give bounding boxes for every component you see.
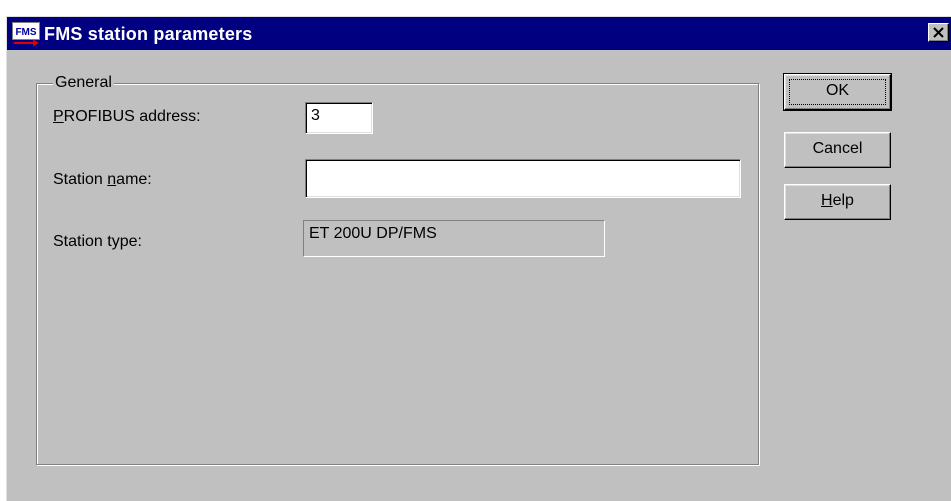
cancel-button[interactable]: Cancel	[784, 132, 891, 168]
fms-station-parameters-dialog: FMS FMS station parameters General PROFI…	[6, 16, 951, 501]
title-bar[interactable]: FMS FMS station parameters	[7, 17, 951, 50]
station-type-label: Station type:	[53, 233, 142, 250]
profibus-address-input[interactable]: 3	[305, 102, 373, 134]
close-icon	[933, 27, 944, 38]
fms-icon-text: FMS	[15, 27, 36, 38]
profibus-address-label: PROFIBUS address:	[53, 108, 201, 125]
station-name-label-a: Station	[53, 171, 108, 188]
station-type-value: ET 200U DP/FMS	[309, 225, 437, 242]
help-button[interactable]: Help	[784, 184, 891, 220]
help-button-label: Help	[821, 192, 854, 209]
general-groupbox	[36, 83, 759, 465]
fms-app-icon: FMS	[12, 22, 40, 47]
help-button-label-rest: elp	[832, 192, 854, 209]
station-name-label-b: ame:	[116, 171, 152, 188]
general-group-label: General	[53, 73, 114, 93]
window-title: FMS station parameters	[44, 24, 253, 44]
ok-button-label: OK	[825, 82, 850, 99]
cancel-button-label: Cancel	[812, 140, 863, 157]
close-button[interactable]	[928, 23, 949, 42]
station-name-input[interactable]	[305, 159, 741, 198]
station-type-field: ET 200U DP/FMS	[303, 220, 605, 257]
ok-button[interactable]: OK	[783, 73, 892, 111]
profibus-address-value: 3	[311, 107, 320, 124]
station-name-label: Station name:	[53, 171, 152, 188]
